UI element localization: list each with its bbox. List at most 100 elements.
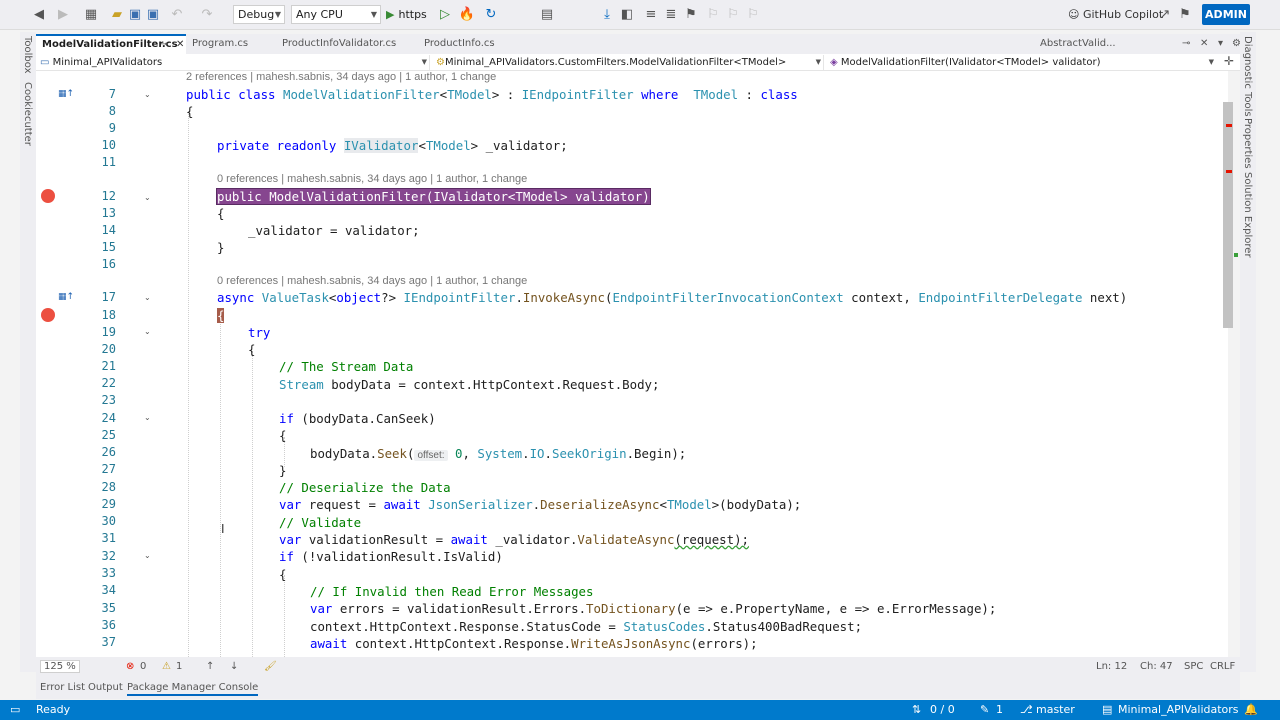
bookmark-clear-icon[interactable]: ⚐ — [744, 6, 762, 24]
line-indicator[interactable]: Ln: 12 — [1096, 661, 1127, 672]
line-number: 25 — [101, 428, 116, 442]
copilot-button[interactable]: ☺ GitHub Copilot — [1068, 6, 1163, 24]
config-select[interactable]: Debug ▼ — [233, 5, 285, 24]
admin-button[interactable]: ADMIN — [1202, 4, 1250, 25]
chevron-down-icon: ▼ — [370, 10, 377, 19]
pin-icon[interactable]: ⊸ — [1176, 34, 1192, 54]
redo-icon[interactable]: ↷ — [198, 6, 216, 24]
fold-chevron-icon[interactable]: ⌄ — [144, 413, 151, 422]
member-dropdown[interactable]: ◈ ModelValidationFilter(IValidator<TMode… — [830, 55, 1216, 70]
notification-icon[interactable]: 🔔 — [1244, 703, 1258, 716]
fold-chevron-icon[interactable]: ⌄ — [144, 327, 151, 336]
tab-productinfo[interactable]: ProductInfo.cs — [418, 34, 518, 54]
step-icon[interactable]: ⤓ — [598, 6, 616, 24]
uncomment-icon[interactable]: ≣ — [662, 6, 680, 24]
branch-icon[interactable]: ⎇ — [1020, 703, 1033, 716]
diagnostic-tools-tab[interactable]: Diagnostic Tools — [1242, 36, 1253, 117]
arrow-down-icon[interactable]: ↓ — [230, 661, 238, 672]
repo-icon[interactable]: ▤ — [1102, 703, 1112, 716]
tab-modelvalidationfilter[interactable]: ModelValidationFilter.cs ⊸ ✕ — [36, 34, 186, 54]
breakpoint-icon[interactable] — [41, 308, 55, 322]
branch-name[interactable]: master — [1036, 703, 1075, 716]
comment-icon[interactable]: ≡ — [642, 6, 660, 24]
code-editor[interactable]: ▦↑ ▦↑ 2 references | mahesh.sabnis, 34 d… — [36, 71, 1228, 657]
refresh-icon[interactable]: ↻ — [482, 6, 500, 24]
column-indicator[interactable]: Ch: 47 — [1140, 661, 1173, 672]
edits-count[interactable]: 1 — [996, 703, 1003, 716]
nav-forward-icon[interactable]: ▶ — [54, 6, 72, 24]
method-icon: ◈ — [830, 57, 841, 68]
new-project-icon[interactable]: ▦ — [82, 6, 100, 24]
pin-icon[interactable]: ⊸ — [160, 36, 168, 53]
fold-chevron-icon[interactable]: ⌄ — [144, 193, 151, 202]
split-icon[interactable]: ✛ — [1224, 54, 1234, 68]
implements-icon[interactable]: ▦↑ — [58, 89, 74, 101]
run-button[interactable]: ▶ https — [386, 5, 430, 24]
project-dropdown[interactable]: ▭ Minimal_APIValidators ▼ — [40, 55, 430, 70]
zoom-select[interactable]: 125 % — [40, 660, 80, 673]
code-line: var errors = validationResult.Errors.ToD… — [310, 601, 997, 616]
properties-tab[interactable]: Properties — [1242, 118, 1253, 169]
platform-select[interactable]: Any CPU ▼ — [291, 5, 381, 24]
breakpoint-window-icon[interactable]: ◧ — [618, 6, 636, 24]
tool-window-tabs: Error List Output Package Manager Consol… — [36, 677, 1240, 699]
toolbox-tab[interactable]: Toolbox — [22, 36, 33, 74]
tab-label: ProductInfoValidator.cs — [282, 38, 397, 49]
tab-label: ProductInfo.cs — [424, 38, 495, 49]
whitespace-indicator[interactable]: SPC — [1184, 661, 1203, 672]
fold-chevron-icon[interactable]: ⌄ — [144, 293, 151, 302]
code-line: { — [217, 308, 225, 323]
start-without-debug-icon[interactable]: ▷ — [436, 6, 454, 24]
bookmark-next-icon[interactable]: ⚐ — [724, 6, 742, 24]
code-lens[interactable]: 0 references | mahesh.sabnis, 34 days ag… — [217, 275, 527, 287]
line-number: 16 — [101, 257, 116, 271]
tab-error-list[interactable]: Error List — [40, 680, 85, 696]
share-icon[interactable]: ↗ — [1156, 6, 1174, 24]
save-all-icon[interactable]: ▣ — [144, 6, 162, 24]
selected-text[interactable]: public ModelValidationFilter(IValidator<… — [216, 188, 651, 205]
hot-reload-icon[interactable]: 🔥 — [458, 6, 476, 24]
nav-back-icon[interactable]: ◀ — [30, 6, 48, 24]
cookiecutter-tab[interactable]: Cookiecutter — [22, 82, 33, 146]
bookmark-icon[interactable]: ⚑ — [682, 6, 700, 24]
undo-icon[interactable]: ↶ — [168, 6, 186, 24]
solution-explorer-tab[interactable]: Solution Explorer — [1242, 172, 1253, 258]
feedback-icon[interactable]: ⚑ — [1176, 6, 1194, 24]
tab-package-manager-console[interactable]: Package Manager Console — [127, 680, 259, 696]
tab-productinfovalidator[interactable]: ProductInfoValidator.cs — [276, 34, 418, 54]
code-line: _validator = validator; — [248, 223, 420, 238]
open-file-icon[interactable]: ▰ — [108, 6, 126, 24]
changes-count[interactable]: 0 / 0 — [930, 703, 955, 716]
error-icon[interactable]: ⊗ — [126, 661, 134, 672]
layout-icon[interactable]: ▤ — [538, 6, 556, 24]
line-ending-indicator[interactable]: CRLF — [1210, 661, 1235, 672]
implements-icon[interactable]: ▦↑ — [58, 292, 74, 304]
repo-name[interactable]: Minimal_APIValidators — [1118, 703, 1239, 716]
gear-icon[interactable]: ⚙ — [1226, 34, 1242, 54]
close-icon[interactable]: ✕ — [1194, 34, 1210, 54]
sync-icon[interactable]: ⇅ — [912, 703, 921, 716]
code-line: var validationResult = await _validator.… — [279, 532, 750, 547]
line-number: 24 — [101, 411, 116, 425]
breakpoint-icon[interactable] — [41, 189, 55, 203]
pencil-icon[interactable]: ✎ — [980, 703, 989, 716]
code-line: { — [279, 428, 287, 443]
line-number: 9 — [108, 121, 116, 135]
arrow-up-icon[interactable]: ↑ — [206, 661, 214, 672]
type-dropdown[interactable]: ⚙Minimal_APIValidators.CustomFilters.Mod… — [436, 55, 824, 70]
tab-program[interactable]: Program.cs — [186, 34, 276, 54]
code-lens[interactable]: 2 references | mahesh.sabnis, 34 days ag… — [186, 71, 496, 83]
scrollbar-thumb[interactable] — [1223, 102, 1233, 328]
code-lens[interactable]: 0 references | mahesh.sabnis, 34 days ag… — [217, 173, 527, 185]
fold-chevron-icon[interactable]: ⌄ — [144, 90, 151, 99]
save-icon[interactable]: ▣ — [126, 6, 144, 24]
code-line: async ValueTask<object?> IEndpointFilter… — [217, 290, 1128, 305]
tab-output[interactable]: Output — [88, 680, 123, 696]
fold-chevron-icon[interactable]: ⌄ — [144, 551, 151, 560]
line-number: 12 — [101, 189, 116, 203]
code-cleanup-icon[interactable]: 🖌 — [264, 661, 277, 672]
warning-icon[interactable]: ⚠ — [162, 661, 171, 672]
bookmark-prev-icon[interactable]: ⚐ — [704, 6, 722, 24]
tab-abstractvalidator[interactable]: AbstractValid... [SourceLink]🔒 — [1034, 34, 1174, 69]
close-icon[interactable]: ✕ — [176, 36, 184, 53]
